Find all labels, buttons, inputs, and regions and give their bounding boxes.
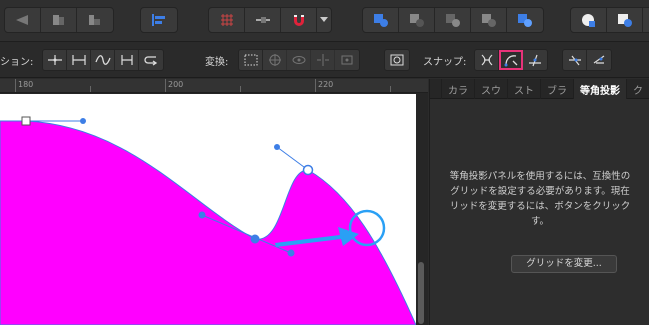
transform-flip-icon[interactable]: [311, 50, 335, 70]
horizontal-ruler: 180 200 220: [0, 79, 428, 93]
ruler-tick: [15, 79, 16, 92]
smart-curve-icon[interactable]: [91, 50, 115, 70]
align-icon[interactable]: [141, 8, 177, 32]
selected-node: [250, 234, 260, 244]
ruler-label: 180: [18, 80, 34, 89]
boolean-add-icon[interactable]: [363, 8, 399, 32]
ruler-tick: [90, 86, 91, 92]
tab-isometric[interactable]: 等角投影: [574, 79, 627, 99]
tab-color[interactable]: カラ: [442, 79, 475, 99]
boolean-subtract-icon[interactable]: [399, 8, 435, 32]
align-group: [140, 7, 178, 33]
transform-origin-icon[interactable]: [263, 50, 287, 70]
close-curve-icon[interactable]: [139, 50, 163, 70]
snap-group: [474, 49, 548, 71]
ruler-tick: [390, 86, 391, 92]
transform-group: [238, 49, 360, 71]
control-handle: [198, 211, 206, 219]
main-toolbar: [0, 0, 649, 42]
isometric-panel: カラ スウ スト ブラ 等角投影 ク 等角投影パネルを使用するには、互換性の グ…: [429, 79, 649, 325]
control-handle: [287, 249, 295, 257]
change-grid-button[interactable]: グリッドを変更...: [511, 255, 617, 273]
action-label: ション:: [0, 57, 34, 68]
smooth-node-icon[interactable]: [67, 50, 91, 70]
transform-reset-icon[interactable]: [385, 50, 409, 70]
transform-rotate-icon[interactable]: [335, 50, 359, 70]
tab-stroke[interactable]: スト: [508, 79, 541, 99]
snap-node-icon[interactable]: [523, 50, 547, 70]
panel-grip-icon[interactable]: [430, 79, 442, 99]
panel-tabs: カラ スウ スト ブラ 等角投影 ク: [430, 79, 649, 99]
tab-swatches[interactable]: スウ: [475, 79, 508, 99]
shape-group: [570, 7, 649, 33]
curve-drawing[interactable]: [0, 94, 416, 325]
transform-bbox-icon[interactable]: [239, 50, 263, 70]
move-icon[interactable]: [77, 8, 113, 32]
node-action-group: [42, 49, 164, 71]
guides-icon[interactable]: [245, 8, 281, 32]
snapping-dropdown-icon[interactable]: [317, 8, 331, 32]
shape-icon-3[interactable]: [643, 8, 649, 32]
view-group: [208, 7, 332, 33]
ruler-tick: [165, 79, 166, 92]
send-back-icon[interactable]: [5, 8, 41, 32]
handle-line: [276, 146, 309, 171]
tab-brushes[interactable]: ブラ: [541, 79, 574, 99]
break-curve-icon[interactable]: [115, 50, 139, 70]
arrange-group: [4, 7, 114, 33]
context-toolbar: ション: 変換: スナップ:: [0, 42, 649, 78]
boolean-group: [362, 7, 544, 33]
start-node: [21, 116, 31, 126]
control-handle: [274, 144, 280, 150]
grid-icon[interactable]: [209, 8, 245, 32]
snapping-magnet-icon[interactable]: [281, 8, 317, 32]
panel-message: 等角投影パネルを使用するには、互換性の グリッドを設定する必要があります。現在 …: [449, 171, 631, 227]
boolean-intersect-icon[interactable]: [435, 8, 471, 32]
ruler-label: 200: [168, 80, 184, 89]
snap-curve-icon[interactable]: [499, 50, 523, 70]
vertical-scrollbar[interactable]: [418, 262, 424, 324]
sharp-corner-icon[interactable]: [43, 50, 67, 70]
ruler-tick: [315, 79, 316, 92]
bring-front-icon[interactable]: [41, 8, 77, 32]
boolean-xor-icon[interactable]: [471, 8, 507, 32]
transform-view-icon[interactable]: [287, 50, 311, 70]
control-handle: [80, 118, 86, 124]
snap-extra-group: [562, 49, 612, 71]
snap-angle-icon[interactable]: [563, 50, 587, 70]
transform-reset-group: [384, 49, 410, 71]
ruler-label: 220: [318, 80, 334, 89]
ruler-tick: [240, 86, 241, 92]
tab-overflow[interactable]: ク: [627, 79, 649, 99]
snap-tangent-icon[interactable]: [475, 50, 499, 70]
snap-perpendicular-icon[interactable]: [587, 50, 611, 70]
shape-icon-1[interactable]: [571, 8, 607, 32]
shape-icon-2[interactable]: [607, 8, 643, 32]
curve-node: [302, 164, 314, 176]
magenta-shape: [0, 120, 416, 325]
artboard[interactable]: [0, 94, 416, 325]
boolean-divide-icon[interactable]: [507, 8, 543, 32]
snap-label: スナップ:: [423, 57, 467, 68]
transform-label: 変換:: [205, 57, 229, 68]
